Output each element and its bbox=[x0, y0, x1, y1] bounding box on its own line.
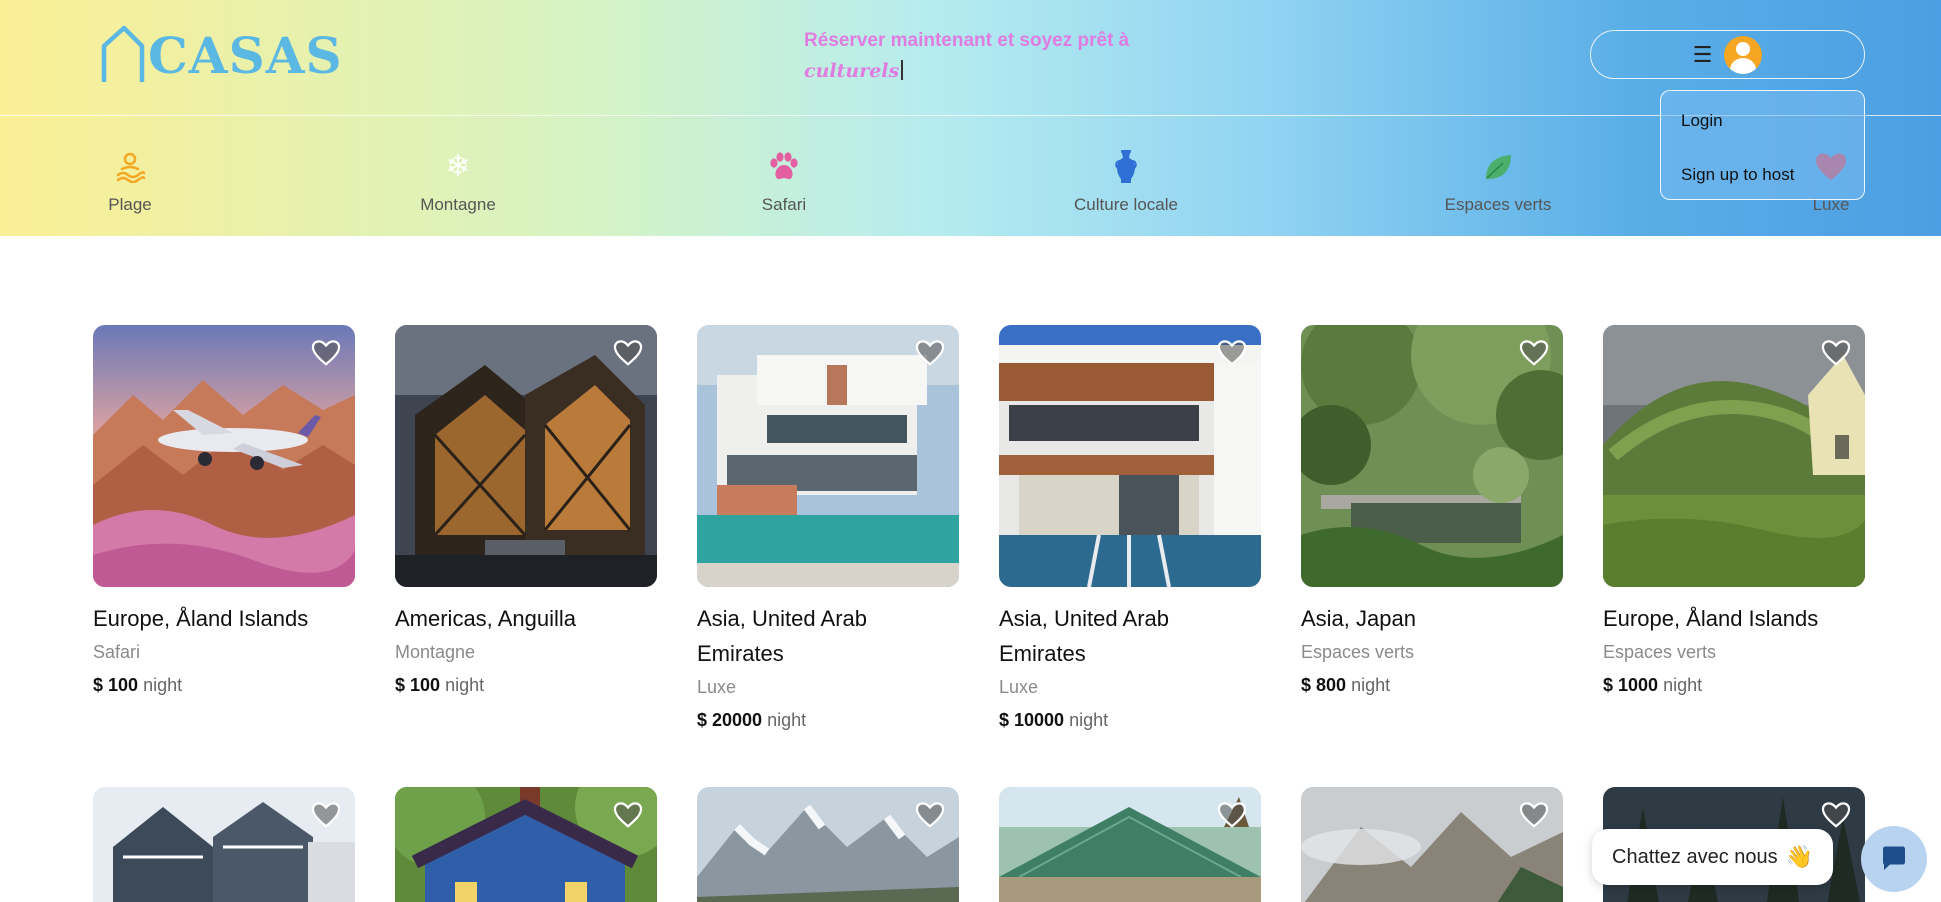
price-amount: $ 100 bbox=[93, 675, 139, 695]
listing-image[interactable] bbox=[395, 325, 657, 587]
user-menu-button[interactable]: ☰ bbox=[1590, 30, 1865, 79]
listing-image[interactable] bbox=[999, 325, 1261, 587]
listing-price: $ 1000 night bbox=[1603, 675, 1865, 696]
price-amount: $ 800 bbox=[1301, 675, 1347, 695]
listing-card[interactable]: Asia, Japan Espaces verts $ 800 night bbox=[1301, 325, 1563, 696]
brand-name: CASAS bbox=[148, 26, 343, 85]
listing-title: Americas, Anguilla bbox=[395, 606, 576, 631]
listing-category: Luxe bbox=[999, 677, 1039, 697]
price-amount: $ 1000 bbox=[1603, 675, 1659, 695]
listing-price: $ 100 night bbox=[395, 675, 657, 696]
snowflake-icon: ❄ bbox=[445, 150, 471, 183]
listing-image[interactable] bbox=[395, 787, 657, 902]
listing-card[interactable]: Americas, Anguilla Montagne $ 100 night bbox=[395, 325, 657, 696]
user-avatar-icon[interactable] bbox=[1724, 35, 1763, 74]
listing-card[interactable]: Europe, Åland Islands Safari $ 100 night bbox=[93, 325, 355, 696]
category-espaces-verts[interactable]: Espaces verts bbox=[1443, 148, 1553, 215]
price-unit: night bbox=[1663, 675, 1703, 695]
user-dropdown-menu: Login Sign up to host bbox=[1660, 90, 1865, 200]
listing-title: Asia, United Arab Emirates bbox=[697, 606, 867, 666]
listing-category: Espaces verts bbox=[1603, 642, 1717, 662]
chat-prompt-bubble[interactable]: Chattez avec nous 👋 bbox=[1592, 829, 1834, 885]
listing-category: Safari bbox=[93, 642, 141, 662]
house-logo-icon bbox=[101, 25, 145, 82]
listing-title: Europe, Åland Islands bbox=[1603, 606, 1819, 631]
tagline-text: Réserver maintenant et soyez prêt à bbox=[804, 30, 1130, 51]
chat-icon bbox=[1883, 846, 1905, 870]
price-amount: $ 100 bbox=[395, 675, 441, 695]
category-label: Espaces verts bbox=[1444, 195, 1552, 214]
category-plage[interactable]: Plage bbox=[105, 148, 155, 215]
paw-icon bbox=[770, 152, 798, 180]
favorite-heart-icon[interactable] bbox=[1821, 801, 1851, 829]
category-label: Culture locale bbox=[1074, 195, 1178, 214]
category-montagne[interactable]: ❄ Montagne bbox=[413, 148, 503, 215]
price-unit: night bbox=[445, 675, 485, 695]
category-label: Montagne bbox=[420, 195, 496, 214]
listing-category: Espaces verts bbox=[1301, 642, 1415, 662]
chat-prompt-label: Chattez avec nous bbox=[1612, 845, 1778, 868]
listing-price: $ 20000 night bbox=[697, 710, 959, 731]
listing-category: Luxe bbox=[697, 677, 737, 697]
listing-title: Asia, Japan bbox=[1301, 606, 1416, 631]
listing-price: $ 800 night bbox=[1301, 675, 1563, 696]
category-label: Safari bbox=[761, 195, 807, 214]
category-culture-locale[interactable]: Culture locale bbox=[1070, 148, 1182, 215]
listing-card[interactable]: Europe, Åland Islands Espaces verts $ 10… bbox=[1603, 325, 1865, 696]
listing-card[interactable]: Asia, United Arab Emirates Luxe $ 10000 … bbox=[999, 325, 1261, 731]
favorite-heart-icon[interactable] bbox=[613, 339, 643, 367]
hamburger-icon[interactable]: ☰ bbox=[1693, 43, 1713, 66]
listing-image[interactable] bbox=[1301, 325, 1563, 587]
listing-image[interactable] bbox=[697, 325, 959, 587]
beach-icon bbox=[116, 152, 146, 183]
signup-host-menu-item[interactable]: Sign up to host bbox=[1681, 165, 1794, 185]
typing-cursor bbox=[901, 60, 904, 80]
favorite-heart-icon[interactable] bbox=[915, 339, 945, 367]
logo[interactable]: CASAS bbox=[100, 22, 343, 84]
price-amount: $ 10000 bbox=[999, 710, 1065, 730]
favorite-heart-icon[interactable] bbox=[311, 339, 341, 367]
listing-title: Europe, Åland Islands bbox=[93, 606, 309, 631]
favorite-heart-icon[interactable] bbox=[915, 801, 945, 829]
waving-hand-icon: 👋 bbox=[1785, 844, 1814, 869]
price-unit: night bbox=[767, 710, 807, 730]
leaf-icon bbox=[1486, 155, 1511, 179]
price-unit: night bbox=[143, 675, 183, 695]
header: CASAS Réserver maintenant et soyez prêt … bbox=[0, 0, 1941, 236]
favorite-heart-icon[interactable] bbox=[1217, 339, 1247, 367]
listing-title: Asia, United Arab Emirates bbox=[999, 606, 1169, 666]
favorite-heart-icon[interactable] bbox=[1821, 339, 1851, 367]
chat-open-button[interactable] bbox=[1861, 826, 1927, 892]
amphora-icon bbox=[1115, 150, 1137, 183]
favorite-heart-icon[interactable] bbox=[311, 801, 341, 829]
tagline: Réserver maintenant et soyez prêt à cult… bbox=[804, 26, 1144, 87]
category-label: Plage bbox=[108, 195, 152, 214]
listing-card[interactable]: Asia, United Arab Emirates Luxe $ 20000 … bbox=[697, 325, 959, 731]
listing-image[interactable] bbox=[697, 787, 959, 902]
tagline-emphasis: culturels bbox=[804, 60, 900, 82]
listing-image[interactable] bbox=[93, 787, 355, 902]
favorite-heart-icon[interactable] bbox=[1217, 801, 1247, 829]
listing-category: Montagne bbox=[395, 642, 476, 662]
favorite-heart-icon[interactable] bbox=[1519, 339, 1549, 367]
price-amount: $ 20000 bbox=[697, 710, 763, 730]
favorite-heart-icon[interactable] bbox=[1519, 801, 1549, 829]
listing-price: $ 100 night bbox=[93, 675, 355, 696]
listing-image[interactable] bbox=[1301, 787, 1563, 902]
header-divider bbox=[0, 115, 1941, 116]
listing-image[interactable] bbox=[1603, 325, 1865, 587]
price-unit: night bbox=[1351, 675, 1391, 695]
listing-image[interactable] bbox=[999, 787, 1261, 902]
listing-image[interactable] bbox=[93, 325, 355, 587]
listing-price: $ 10000 night bbox=[999, 710, 1261, 731]
favorite-heart-icon[interactable] bbox=[613, 801, 643, 829]
price-unit: night bbox=[1069, 710, 1109, 730]
category-safari[interactable]: Safari bbox=[754, 148, 814, 215]
login-menu-item[interactable]: Login bbox=[1681, 111, 1723, 131]
